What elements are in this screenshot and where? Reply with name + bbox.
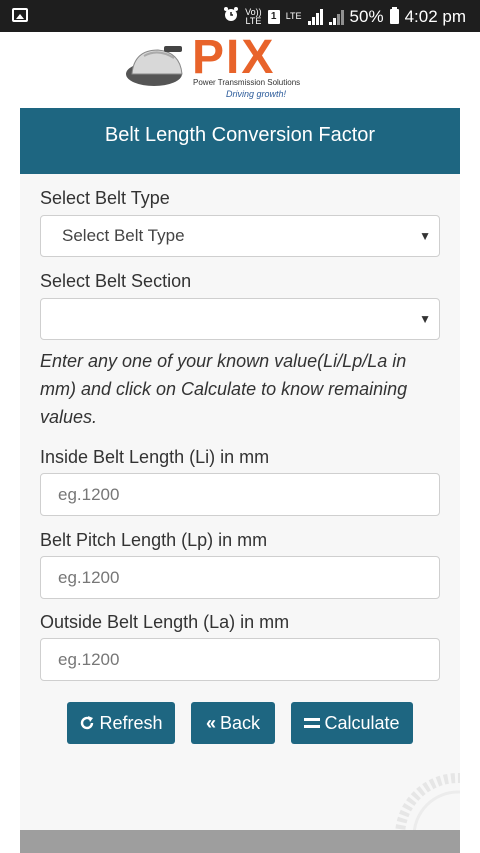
battery-percent: 50% xyxy=(349,6,384,26)
brand-slogan: Driving growth! xyxy=(226,89,287,99)
pitch-length-label: Belt Pitch Length (Lp) in mm xyxy=(40,530,268,550)
refresh-icon xyxy=(79,702,95,744)
calculate-button[interactable]: Calculate xyxy=(291,702,413,744)
battery-icon xyxy=(389,7,399,24)
image-notification-icon xyxy=(12,8,28,22)
pitch-length-placeholder: eg.1200 xyxy=(58,568,120,587)
status-bar: Vo)) LTE 1 LTE 50% 4:02 pm xyxy=(0,0,480,32)
equals-icon xyxy=(304,702,321,744)
calculate-label: Calculate xyxy=(324,713,400,733)
back-button[interactable]: «Back xyxy=(191,702,275,744)
belt-type-select[interactable]: Select Belt Type ▼ xyxy=(40,215,440,257)
brand-logo: PIX xyxy=(192,31,276,84)
belt-section-label: Select Belt Section xyxy=(40,271,192,291)
dropdown-arrow-icon: ▼ xyxy=(419,229,431,243)
brand-tagline: Power Transmission Solutions xyxy=(193,78,301,87)
signal-icon xyxy=(307,8,323,25)
instructions-text: Enter any one of your known value(Li/Lp/… xyxy=(40,351,408,427)
clock: 4:02 pm xyxy=(404,6,466,26)
double-chevron-left-icon: « xyxy=(205,713,216,733)
inside-length-input[interactable]: eg.1200 xyxy=(40,473,440,516)
outside-length-placeholder: eg.1200 xyxy=(58,650,120,669)
belt-type-label: Select Belt Type xyxy=(40,188,170,208)
inside-length-label: Inside Belt Length (Li) in mm xyxy=(40,447,270,467)
signal-2-icon xyxy=(328,9,344,25)
back-label: Back xyxy=(219,713,261,733)
alarm-icon xyxy=(223,6,239,27)
belt-section-select[interactable]: ▼ xyxy=(40,298,440,340)
dropdown-arrow-icon: ▼ xyxy=(419,312,431,326)
volte-indicator: Vo)) LTE xyxy=(245,6,262,26)
footer-bar xyxy=(20,830,460,853)
pitch-length-input[interactable]: eg.1200 xyxy=(40,556,440,599)
refresh-button[interactable]: Refresh xyxy=(67,702,175,744)
refresh-label: Refresh xyxy=(99,713,163,733)
belt-type-select-value: Select Belt Type xyxy=(62,226,185,245)
inside-length-placeholder: eg.1200 xyxy=(58,485,120,504)
page-title: Belt Length Conversion Factor xyxy=(20,108,460,174)
outside-length-input[interactable]: eg.1200 xyxy=(40,638,440,681)
sim-icon: 1 xyxy=(267,9,280,24)
network-type-label: LTE xyxy=(285,11,302,21)
helmet-logo-icon xyxy=(124,44,188,90)
belt-watermark-icon xyxy=(378,766,460,830)
outside-length-label: Outside Belt Length (La) in mm xyxy=(40,612,290,632)
